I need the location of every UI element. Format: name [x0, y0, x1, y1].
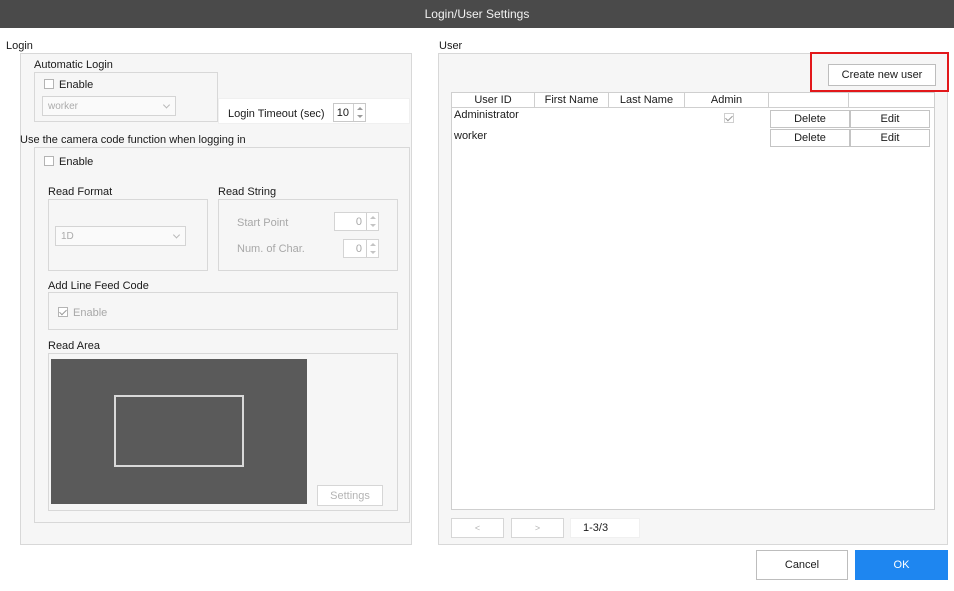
automatic-login-checkbox[interactable] [44, 79, 54, 89]
read-area-label: Read Area [48, 340, 100, 352]
chevron-down-icon [172, 231, 181, 239]
automatic-login-enable-label: Enable [59, 79, 94, 91]
read-string-group [218, 199, 398, 271]
stepper-arrows-icon[interactable] [366, 240, 378, 257]
line-feed-enable-label: Enable [73, 307, 108, 319]
admin-checkbox [724, 113, 734, 123]
read-format-value: 1D [61, 230, 74, 242]
delete-button[interactable]: Delete [770, 110, 850, 128]
chevron-down-icon [162, 101, 171, 109]
edit-button[interactable]: Edit [850, 129, 930, 147]
column-header-edit [849, 93, 935, 108]
num-char-value: 0 [355, 242, 362, 255]
read-string-label: Read String [218, 186, 277, 198]
edit-button[interactable]: Edit [850, 110, 930, 128]
start-point-stepper[interactable]: 0 [334, 212, 379, 231]
login-section-label: Login [6, 40, 33, 52]
camera-code-enable[interactable]: Enable [44, 156, 93, 168]
read-format-label: Read Format [48, 186, 113, 198]
delete-button[interactable]: Delete [770, 129, 850, 147]
user-table: User ID First Name Last Name Admin Admin… [451, 92, 935, 510]
cancel-button[interactable]: Cancel [756, 550, 848, 580]
num-char-label: Num. of Char. [237, 243, 305, 255]
column-header-admin[interactable]: Admin [685, 93, 769, 108]
ok-button[interactable]: OK [855, 550, 948, 580]
line-feed-label: Add Line Feed Code [48, 280, 149, 292]
prev-page-button[interactable]: < [451, 518, 504, 538]
column-header-first-name[interactable]: First Name [535, 93, 609, 108]
column-header-user-id[interactable]: User ID [452, 93, 535, 108]
stepper-arrows-icon[interactable] [353, 104, 365, 121]
line-feed-checkbox[interactable] [58, 307, 68, 317]
next-page-button[interactable]: > [511, 518, 564, 538]
stepper-arrows-icon[interactable] [366, 213, 378, 230]
num-char-stepper[interactable]: 0 [343, 239, 379, 258]
page-range: 1-3/3 [583, 522, 609, 534]
highlight-box [810, 52, 949, 92]
user-section-label: User [439, 40, 463, 52]
start-point-value: 0 [355, 215, 362, 228]
read-area-rect[interactable] [114, 395, 244, 467]
window-title: Login/User Settings [424, 7, 530, 21]
camera-code-label: Use the camera code function when loggin… [20, 134, 246, 146]
line-feed-enable[interactable]: Enable [58, 307, 107, 319]
column-header-last-name[interactable]: Last Name [609, 93, 685, 108]
read-area-settings-button[interactable]: Settings [317, 485, 383, 506]
login-timeout-label: Login Timeout (sec) [228, 108, 325, 120]
window-titlebar: Login/User Settings [0, 0, 954, 28]
automatic-login-label: Automatic Login [34, 59, 113, 71]
automatic-login-user-value: worker [48, 100, 79, 112]
camera-code-enable-label: Enable [59, 156, 94, 168]
table-row-user-id[interactable]: worker [454, 130, 487, 142]
start-point-label: Start Point [237, 217, 289, 229]
automatic-login-enable[interactable]: Enable [44, 79, 93, 91]
read-area-preview [51, 359, 307, 504]
table-row-user-id[interactable]: Administrator [454, 109, 519, 121]
automatic-login-user-select[interactable]: worker [42, 96, 176, 116]
login-timeout-stepper[interactable]: 10 [333, 103, 366, 122]
read-format-select[interactable]: 1D [55, 226, 186, 246]
column-header-delete [769, 93, 849, 108]
login-timeout-value: 10 [336, 106, 349, 119]
camera-code-checkbox[interactable] [44, 156, 54, 166]
